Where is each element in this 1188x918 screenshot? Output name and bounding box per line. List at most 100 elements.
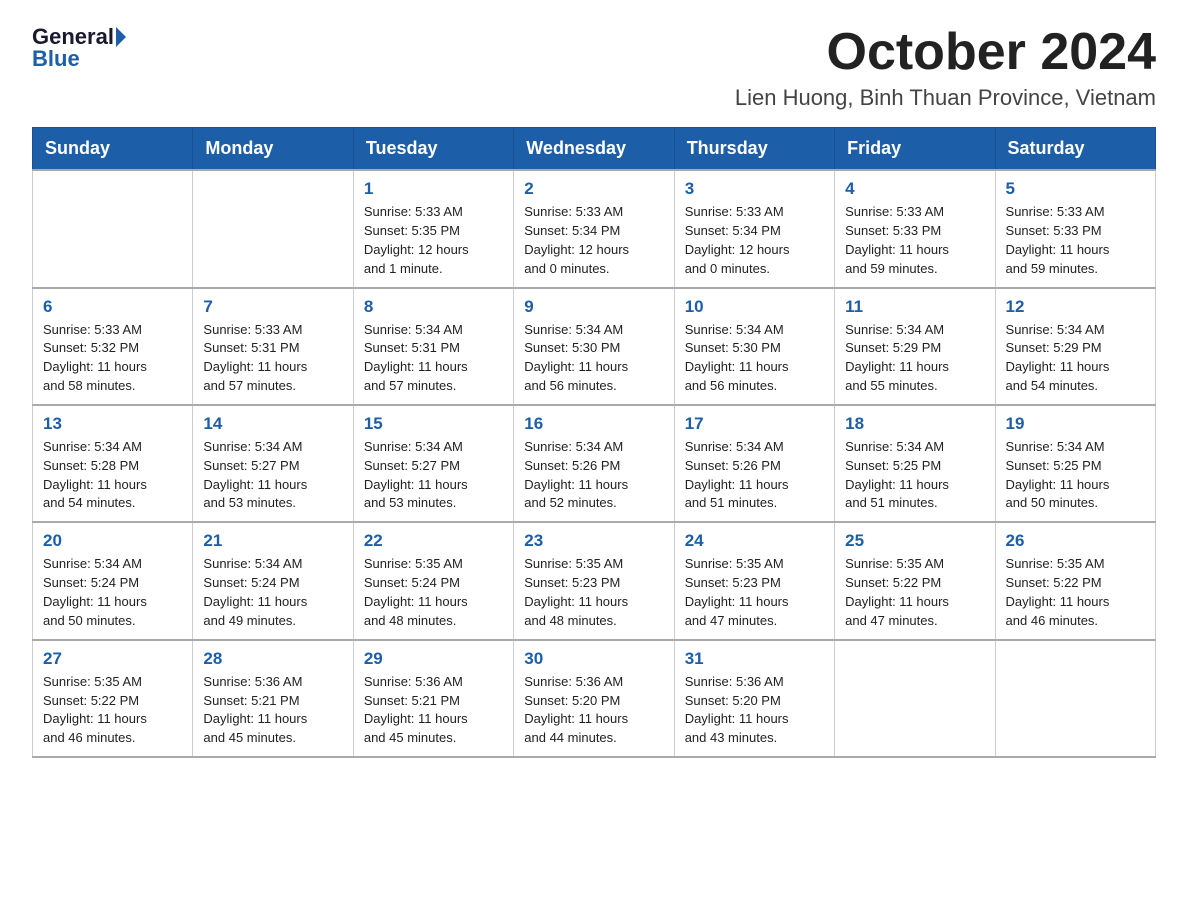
location-title: Lien Huong, Binh Thuan Province, Vietnam: [735, 85, 1156, 111]
day-info: Sunrise: 5:34 AM Sunset: 5:29 PM Dayligh…: [845, 321, 984, 396]
calendar-cell: 12 Sunrise: 5:34 AM Sunset: 5:29 PM Dayli…: [995, 288, 1155, 405]
day-info: Sunrise: 5:36 AM Sunset: 5:21 PM Dayligh…: [203, 673, 342, 748]
calendar-cell: 29Sunrise: 5:36 AM Sunset: 5:21 PM Dayli…: [353, 640, 513, 757]
day-number: 11: [845, 297, 984, 317]
day-info: Sunrise: 5:34 AM Sunset: 5:30 PM Dayligh…: [685, 321, 824, 396]
calendar-cell: 15 Sunrise: 5:34 AM Sunset: 5:27 PM Dayli…: [353, 405, 513, 522]
calendar-cell: 26Sunrise: 5:35 AM Sunset: 5:22 PM Dayli…: [995, 522, 1155, 639]
calendar-cell: 16 Sunrise: 5:34 AM Sunset: 5:26 PM Dayli…: [514, 405, 674, 522]
day-info: Sunrise: 5:34 AM Sunset: 5:24 PM Dayligh…: [43, 555, 182, 630]
calendar-cell: 14 Sunrise: 5:34 AM Sunset: 5:27 PM Dayli…: [193, 405, 353, 522]
weekday-header-wednesday: Wednesday: [514, 128, 674, 171]
day-info: Sunrise: 5:36 AM Sunset: 5:20 PM Dayligh…: [524, 673, 663, 748]
day-number: 9: [524, 297, 663, 317]
day-info: Sunrise: 5:34 AM Sunset: 5:29 PM Dayligh…: [1006, 321, 1145, 396]
calendar-cell: 7 Sunrise: 5:33 AM Sunset: 5:31 PM Daylig…: [193, 288, 353, 405]
day-number: 13: [43, 414, 182, 434]
day-number: 31: [685, 649, 824, 669]
day-number: 3: [685, 179, 824, 199]
day-number: 4: [845, 179, 984, 199]
calendar-cell: 20 Sunrise: 5:34 AM Sunset: 5:24 PM Dayli…: [33, 522, 193, 639]
calendar-cell: 11 Sunrise: 5:34 AM Sunset: 5:29 PM Dayli…: [835, 288, 995, 405]
calendar-cell: 21 Sunrise: 5:34 AM Sunset: 5:24 PM Dayli…: [193, 522, 353, 639]
calendar-cell: [835, 640, 995, 757]
logo: General Blue: [32, 24, 128, 72]
calendar-cell: 19 Sunrise: 5:34 AM Sunset: 5:25 PM Dayli…: [995, 405, 1155, 522]
day-number: 20: [43, 531, 182, 551]
day-info: Sunrise: 5:33 AM Sunset: 5:33 PM Dayligh…: [845, 203, 984, 278]
day-number: 24: [685, 531, 824, 551]
day-number: 30: [524, 649, 663, 669]
day-number: 19: [1006, 414, 1145, 434]
calendar-cell: 3 Sunrise: 5:33 AM Sunset: 5:34 PM Daylig…: [674, 170, 834, 287]
day-number: 1: [364, 179, 503, 199]
day-info: Sunrise: 5:35 AM Sunset: 5:22 PM Dayligh…: [845, 555, 984, 630]
day-info: Sunrise: 5:34 AM Sunset: 5:31 PM Dayligh…: [364, 321, 503, 396]
day-info: Sunrise: 5:35 AM Sunset: 5:22 PM Dayligh…: [43, 673, 182, 748]
day-number: 7: [203, 297, 342, 317]
day-info: Sunrise: 5:33 AM Sunset: 5:32 PM Dayligh…: [43, 321, 182, 396]
day-info: Sunrise: 5:34 AM Sunset: 5:25 PM Dayligh…: [1006, 438, 1145, 513]
day-number: 15: [364, 414, 503, 434]
day-info: Sunrise: 5:34 AM Sunset: 5:27 PM Dayligh…: [364, 438, 503, 513]
day-info: Sunrise: 5:36 AM Sunset: 5:20 PM Dayligh…: [685, 673, 824, 748]
day-info: Sunrise: 5:34 AM Sunset: 5:26 PM Dayligh…: [524, 438, 663, 513]
weekday-header-row: SundayMondayTuesdayWednesdayThursdayFrid…: [33, 128, 1156, 171]
logo-blue-text: Blue: [32, 46, 80, 71]
calendar-week-row: 20 Sunrise: 5:34 AM Sunset: 5:24 PM Dayli…: [33, 522, 1156, 639]
day-number: 16: [524, 414, 663, 434]
day-number: 12: [1006, 297, 1145, 317]
day-number: 10: [685, 297, 824, 317]
day-number: 5: [1006, 179, 1145, 199]
day-number: 25: [845, 531, 984, 551]
calendar-cell: 24 Sunrise: 5:35 AM Sunset: 5:23 PM Dayli…: [674, 522, 834, 639]
page-header: General Blue October 2024 Lien Huong, Bi…: [32, 24, 1156, 111]
day-info: Sunrise: 5:34 AM Sunset: 5:28 PM Dayligh…: [43, 438, 182, 513]
calendar-cell: [193, 170, 353, 287]
calendar-cell: 10 Sunrise: 5:34 AM Sunset: 5:30 PM Dayli…: [674, 288, 834, 405]
weekday-header-thursday: Thursday: [674, 128, 834, 171]
day-number: 14: [203, 414, 342, 434]
calendar-cell: 22Sunrise: 5:35 AM Sunset: 5:24 PM Dayli…: [353, 522, 513, 639]
day-number: 21: [203, 531, 342, 551]
day-number: 17: [685, 414, 824, 434]
calendar-week-row: 27 Sunrise: 5:35 AM Sunset: 5:22 PM Dayli…: [33, 640, 1156, 757]
month-title: October 2024: [735, 24, 1156, 81]
title-block: October 2024 Lien Huong, Binh Thuan Prov…: [735, 24, 1156, 111]
day-number: 8: [364, 297, 503, 317]
calendar-week-row: 1 Sunrise: 5:33 AM Sunset: 5:35 PM Daylig…: [33, 170, 1156, 287]
logo-triangle-icon: [116, 27, 126, 47]
day-number: 26: [1006, 531, 1145, 551]
day-info: Sunrise: 5:35 AM Sunset: 5:24 PM Dayligh…: [364, 555, 503, 630]
day-info: Sunrise: 5:33 AM Sunset: 5:33 PM Dayligh…: [1006, 203, 1145, 278]
calendar-cell: 23Sunrise: 5:35 AM Sunset: 5:23 PM Dayli…: [514, 522, 674, 639]
weekday-header-monday: Monday: [193, 128, 353, 171]
day-info: Sunrise: 5:33 AM Sunset: 5:35 PM Dayligh…: [364, 203, 503, 278]
day-number: 23: [524, 531, 663, 551]
calendar-cell: 31 Sunrise: 5:36 AM Sunset: 5:20 PM Dayli…: [674, 640, 834, 757]
calendar-week-row: 6 Sunrise: 5:33 AM Sunset: 5:32 PM Daylig…: [33, 288, 1156, 405]
weekday-header-sunday: Sunday: [33, 128, 193, 171]
day-number: 6: [43, 297, 182, 317]
calendar-cell: 5 Sunrise: 5:33 AM Sunset: 5:33 PM Daylig…: [995, 170, 1155, 287]
day-info: Sunrise: 5:33 AM Sunset: 5:34 PM Dayligh…: [524, 203, 663, 278]
weekday-header-saturday: Saturday: [995, 128, 1155, 171]
calendar-cell: 6 Sunrise: 5:33 AM Sunset: 5:32 PM Daylig…: [33, 288, 193, 405]
day-number: 2: [524, 179, 663, 199]
day-number: 29: [364, 649, 503, 669]
day-number: 18: [845, 414, 984, 434]
calendar-cell: 1 Sunrise: 5:33 AM Sunset: 5:35 PM Daylig…: [353, 170, 513, 287]
calendar-cell: 17Sunrise: 5:34 AM Sunset: 5:26 PM Dayli…: [674, 405, 834, 522]
day-info: Sunrise: 5:34 AM Sunset: 5:24 PM Dayligh…: [203, 555, 342, 630]
calendar-cell: 18Sunrise: 5:34 AM Sunset: 5:25 PM Dayli…: [835, 405, 995, 522]
day-number: 27: [43, 649, 182, 669]
day-info: Sunrise: 5:33 AM Sunset: 5:31 PM Dayligh…: [203, 321, 342, 396]
calendar-cell: 30 Sunrise: 5:36 AM Sunset: 5:20 PM Dayli…: [514, 640, 674, 757]
day-info: Sunrise: 5:35 AM Sunset: 5:23 PM Dayligh…: [685, 555, 824, 630]
calendar-table: SundayMondayTuesdayWednesdayThursdayFrid…: [32, 127, 1156, 758]
day-info: Sunrise: 5:33 AM Sunset: 5:34 PM Dayligh…: [685, 203, 824, 278]
day-info: Sunrise: 5:34 AM Sunset: 5:27 PM Dayligh…: [203, 438, 342, 513]
calendar-cell: 28 Sunrise: 5:36 AM Sunset: 5:21 PM Dayli…: [193, 640, 353, 757]
weekday-header-friday: Friday: [835, 128, 995, 171]
day-number: 28: [203, 649, 342, 669]
